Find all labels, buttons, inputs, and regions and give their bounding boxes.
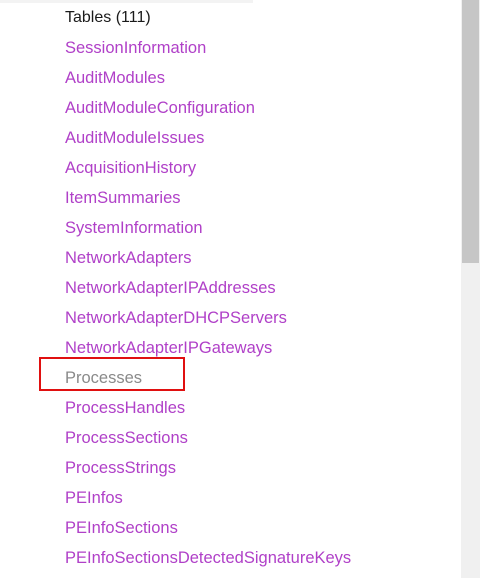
vertical-scrollbar[interactable]: [461, 0, 480, 578]
table-link[interactable]: ProcessHandles: [65, 398, 351, 428]
table-link[interactable]: ProcessSections: [65, 428, 351, 458]
table-link[interactable]: AuditModules: [65, 68, 351, 98]
table-link[interactable]: PEInfoSections: [65, 518, 351, 548]
table-link[interactable]: AuditModuleIssues: [65, 128, 351, 158]
scrollbar-thumb[interactable]: [462, 0, 479, 263]
table-list: SessionInformation AuditModules AuditModul…: [65, 38, 351, 578]
tables-heading: Tables (111): [65, 9, 151, 26]
table-link[interactable]: AcquisitionHistory: [65, 158, 351, 188]
table-link[interactable]: NetworkAdapterDHCPServers: [65, 308, 351, 338]
table-link[interactable]: ItemSummaries: [65, 188, 351, 218]
table-link[interactable]: Processes: [65, 368, 351, 398]
table-link[interactable]: SessionInformation: [65, 38, 351, 68]
table-link[interactable]: NetworkAdapters: [65, 248, 351, 278]
header-bar: [0, 0, 253, 3]
table-link[interactable]: PEInfoSectionsDetectedSignatureKeys: [65, 548, 351, 578]
table-link[interactable]: NetworkAdapterIPGateways: [65, 338, 351, 368]
table-link[interactable]: NetworkAdapterIPAddresses: [65, 278, 351, 308]
table-link[interactable]: ProcessStrings: [65, 458, 351, 488]
table-link[interactable]: AuditModuleConfiguration: [65, 98, 351, 128]
table-link[interactable]: PEInfos: [65, 488, 351, 518]
table-link[interactable]: SystemInformation: [65, 218, 351, 248]
